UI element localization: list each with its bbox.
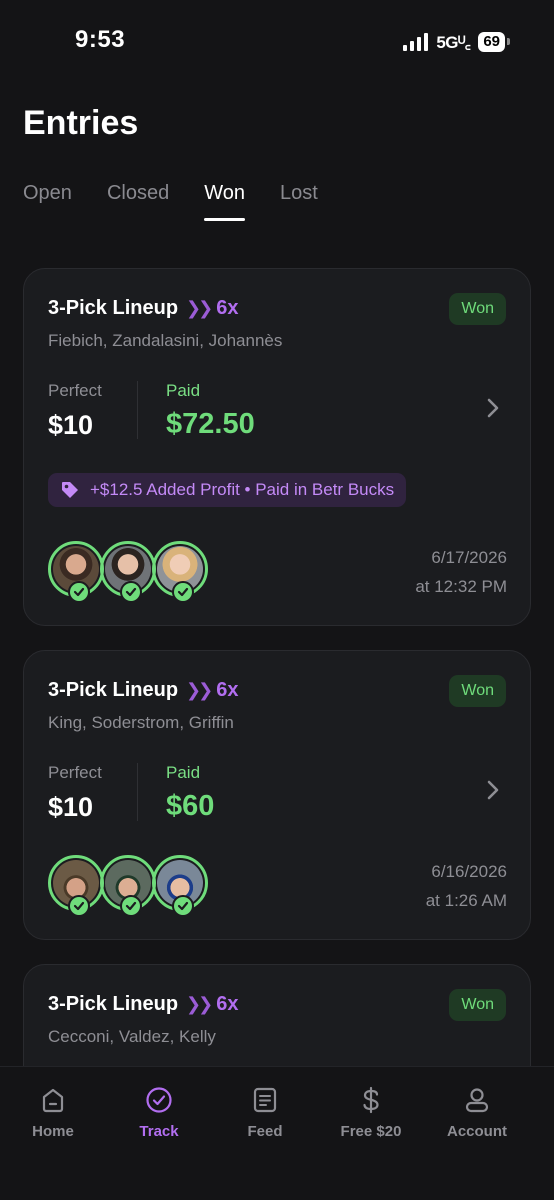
entry-date-block: 6/16/2026 at 1:26 AM	[426, 857, 507, 915]
avatar	[152, 855, 208, 917]
nav-account[interactable]: Account	[424, 1067, 530, 1200]
perfect-value: $10	[48, 792, 94, 822]
paid-label: Paid	[166, 381, 201, 400]
status-badge: Won	[449, 293, 506, 325]
entry-date: 6/16/2026	[431, 862, 507, 881]
status-badge: Won	[449, 675, 506, 707]
track-check-icon	[146, 1087, 172, 1113]
entry-date-block: 6/17/2026 at 12:32 PM	[415, 543, 507, 601]
nav-free-20-label: Free $20	[340, 1123, 402, 1140]
entry-title-row: 3-Pick Lineup ❯❯ 6x	[48, 993, 238, 1016]
double-chevron-icon: ❯❯	[186, 298, 213, 318]
check-icon	[68, 581, 90, 603]
stat-divider	[137, 381, 138, 439]
nav-feed-label: Feed	[247, 1123, 283, 1140]
check-icon	[172, 895, 194, 917]
check-icon	[120, 581, 142, 603]
avatar	[48, 855, 104, 917]
entry-title: 3-Pick Lineup	[48, 679, 179, 701]
entry-title-row: 3-Pick Lineup ❯❯ 6x	[48, 679, 238, 702]
nav-free-20[interactable]: Free $20	[318, 1067, 424, 1200]
entry-multiplier: 6x	[216, 679, 239, 701]
signal-icon	[403, 32, 429, 51]
avatar	[152, 541, 208, 603]
feed-icon	[253, 1087, 277, 1113]
entry-players: Fiebich, Zandalasini, Johannès	[48, 331, 283, 350]
bottom-nav: Home Track Feed Free $20 Account	[0, 1066, 554, 1200]
tag-icon	[62, 482, 78, 498]
entry-date: 6/17/2026	[431, 548, 507, 567]
battery-icon: 69	[478, 31, 510, 52]
nav-feed[interactable]: Feed	[212, 1067, 318, 1200]
entries-tabs: Open Closed Won Lost	[23, 182, 353, 221]
tab-open[interactable]: Open	[23, 182, 72, 221]
nav-account-label: Account	[447, 1123, 507, 1140]
tab-won[interactable]: Won	[204, 182, 245, 221]
entry-players: King, Soderstrom, Griffin	[48, 713, 234, 732]
status-time: 9:53	[75, 26, 126, 53]
perfect-label: Perfect	[48, 381, 102, 400]
player-avatars	[48, 541, 208, 603]
network-label: 5Gᵁ꜀	[436, 33, 471, 52]
tab-lost[interactable]: Lost	[280, 182, 318, 221]
check-icon	[120, 895, 142, 917]
perfect-label: Perfect	[48, 763, 102, 782]
status-bar: 9:53 5Gᵁ꜀ 69	[0, 0, 554, 80]
entry-card[interactable]: 3-Pick Lineup ❯❯ 6x Won King, Soderstrom…	[23, 650, 531, 940]
entry-title: 3-Pick Lineup	[48, 297, 179, 319]
status-badge: Won	[449, 989, 506, 1021]
check-icon	[68, 895, 90, 917]
stat-divider	[137, 763, 138, 821]
paid-label: Paid	[166, 763, 201, 782]
added-profit-text: +$12.5 Added Profit • Paid in Betr Bucks	[90, 480, 395, 499]
status-indicators: 5Gᵁ꜀ 69	[403, 30, 510, 53]
entry-players: Cecconi, Valdez, Kelly	[48, 1027, 216, 1046]
battery-level: 69	[478, 31, 505, 52]
nav-home[interactable]: Home	[0, 1067, 106, 1200]
added-profit-badge: +$12.5 Added Profit • Paid in Betr Bucks	[48, 473, 407, 507]
dollar-icon	[363, 1086, 379, 1114]
entry-time: at 12:32 PM	[415, 577, 507, 596]
paid-value: $72.50	[166, 408, 255, 440]
paid-value: $60	[166, 790, 215, 822]
avatar	[100, 541, 156, 603]
account-icon	[465, 1088, 489, 1113]
nav-track[interactable]: Track	[106, 1067, 212, 1200]
double-chevron-icon: ❯❯	[186, 680, 213, 700]
chevron-right-icon[interactable]	[486, 779, 500, 801]
double-chevron-icon: ❯❯	[186, 994, 213, 1014]
entry-card[interactable]: 3-Pick Lineup ❯❯ 6x Won Fiebich, Zandala…	[23, 268, 531, 626]
entry-title: 3-Pick Lineup	[48, 993, 179, 1015]
avatar	[100, 855, 156, 917]
tab-closed[interactable]: Closed	[107, 182, 169, 221]
home-icon	[42, 1088, 64, 1113]
entry-title-row: 3-Pick Lineup ❯❯ 6x	[48, 297, 238, 320]
chevron-right-icon[interactable]	[486, 397, 500, 419]
perfect-value: $10	[48, 410, 94, 440]
check-icon	[172, 581, 194, 603]
player-avatars	[48, 855, 208, 917]
page-title: Entries	[23, 104, 139, 142]
avatar	[48, 541, 104, 603]
entry-time: at 1:26 AM	[425, 891, 507, 910]
nav-track-label: Track	[139, 1123, 179, 1140]
nav-home-label: Home	[32, 1123, 74, 1140]
entry-multiplier: 6x	[216, 297, 239, 319]
entry-multiplier: 6x	[216, 993, 239, 1015]
